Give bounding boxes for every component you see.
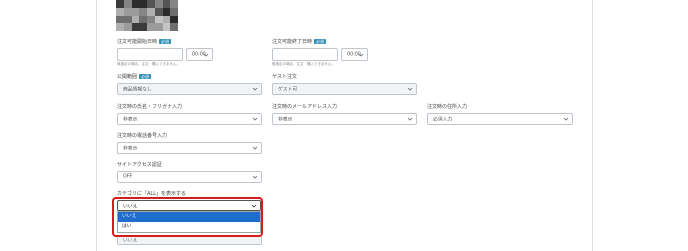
mosaic-cell: [139, 0, 147, 8]
chevron-down-icon: [407, 117, 413, 121]
mosaic-cell: [154, 0, 163, 8]
order-start-time-select[interactable]: 00:00: [186, 48, 213, 61]
mosaic-cell: [147, 7, 155, 16]
left-border: [96, 0, 97, 251]
mosaic-cell: [123, 23, 132, 31]
email-select[interactable]: 非表示: [272, 113, 417, 125]
mosaic-cell: [162, 15, 171, 24]
mosaic-cell: [116, 7, 124, 16]
phone-label: 注文時の電話番号入力: [117, 133, 168, 139]
mosaic-cell: [123, 7, 132, 16]
order-end-label: 注文可能終了日時 必須: [272, 39, 327, 45]
mosaic-cell: [147, 0, 155, 8]
pixelated-image: [116, 0, 178, 31]
required-badge: 必須: [139, 74, 152, 79]
mosaic-cell: [123, 0, 132, 8]
mosaic-cell: [131, 7, 140, 16]
mosaic-cell: [131, 0, 140, 8]
mosaic-cell: [170, 23, 178, 31]
order-start-date-input[interactable]: [117, 48, 183, 61]
guest-order-label: ゲスト注文: [272, 74, 298, 80]
mosaic-cell: [162, 7, 171, 16]
mosaic-cell: [147, 23, 155, 31]
mosaic-cell: [131, 15, 140, 24]
chevron-down-icon: [563, 117, 569, 121]
chevron-down-icon: [252, 117, 258, 121]
visibility-label: 公開範囲 必須: [117, 74, 152, 80]
name-kana-label: 注文時の氏名・フリガナ入力: [117, 104, 183, 110]
mosaic-cell: [116, 15, 124, 24]
chevron-down-icon: [407, 87, 413, 91]
address-label: 注文時の住所入力: [427, 104, 468, 110]
mosaic-cell: [116, 23, 124, 31]
chevron-down-icon: [252, 87, 258, 91]
required-badge: 必須: [314, 39, 327, 44]
visibility-select[interactable]: 商品情報なし: [117, 83, 262, 95]
mosaic-cell: [162, 23, 171, 31]
chevron-down-icon: [358, 53, 364, 57]
mosaic-cell: [162, 0, 171, 8]
site-access-label: サイトアクセス認証: [117, 162, 162, 168]
name-kana-select[interactable]: 非表示: [117, 113, 262, 125]
guest-order-select[interactable]: ゲスト可: [272, 83, 417, 95]
mosaic-cell: [131, 23, 140, 31]
mosaic-cell: [116, 0, 124, 8]
mosaic-cell: [139, 7, 147, 16]
mosaic-cell: [170, 7, 178, 16]
chevron-down-icon: [252, 146, 258, 150]
chevron-down-icon: [252, 175, 258, 179]
phone-select[interactable]: 非表示: [117, 142, 262, 154]
mosaic-cell: [170, 0, 178, 8]
site-access-select[interactable]: OFF: [117, 171, 262, 183]
order-start-label: 注文可能開始日時 必須: [117, 39, 172, 45]
address-select[interactable]: 必須入力: [427, 113, 573, 125]
mosaic-cell: [123, 15, 132, 24]
mosaic-cell: [147, 15, 155, 24]
highlight-box: [112, 197, 263, 237]
required-badge: 必須: [159, 39, 172, 44]
email-label: 注文時のメールアドレス入力: [272, 104, 338, 110]
mosaic-cell: [170, 15, 178, 24]
mosaic-cell: [139, 23, 147, 31]
right-border: [592, 0, 593, 251]
mosaic-cell: [139, 15, 147, 24]
order-start-hint: 無指定の場合、注文・購入できません。: [117, 62, 180, 66]
chevron-down-icon: [203, 53, 209, 57]
mosaic-cell: [154, 23, 163, 31]
order-end-hint: 無指定の場合、注文・購入できません。: [272, 62, 335, 66]
order-end-time-select[interactable]: 00:00: [341, 48, 368, 61]
order-end-date-input[interactable]: [272, 48, 338, 61]
mosaic-cell: [154, 15, 163, 24]
mosaic-cell: [154, 7, 163, 16]
